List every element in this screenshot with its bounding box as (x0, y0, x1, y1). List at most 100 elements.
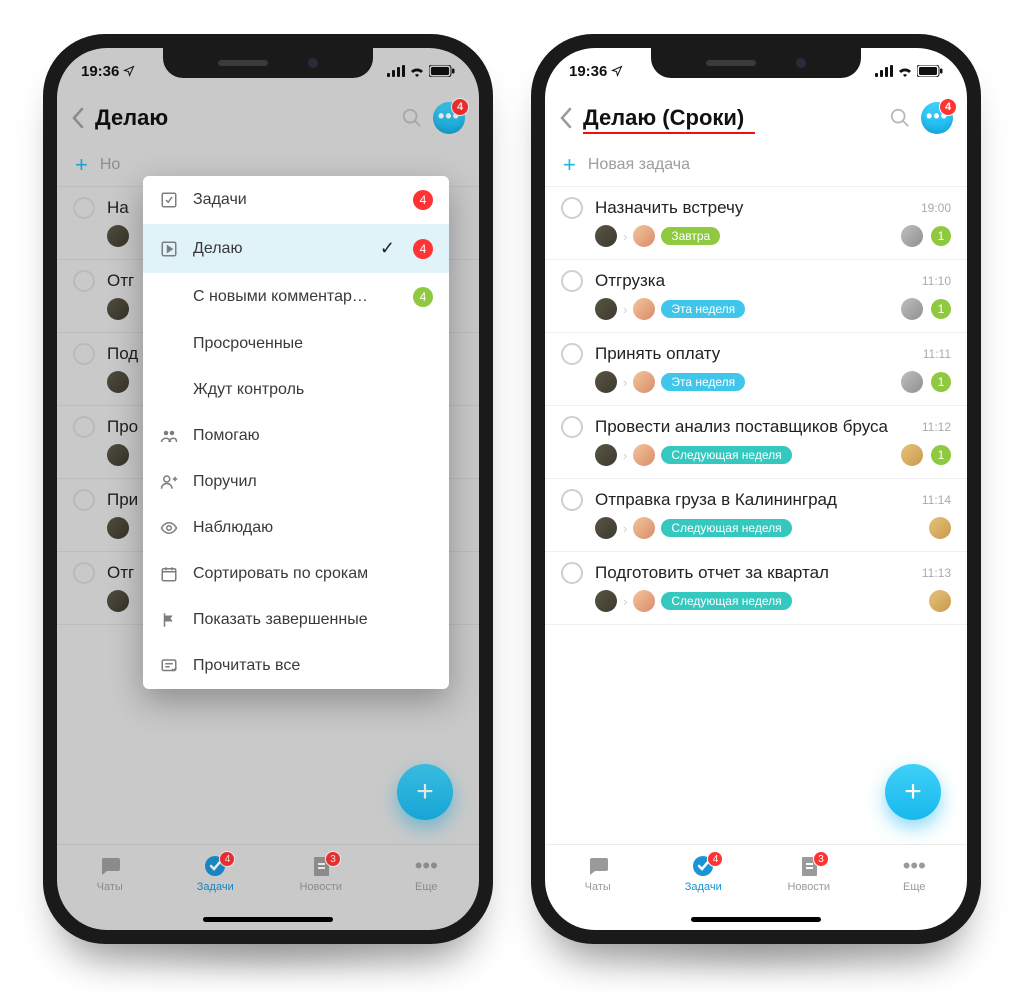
avatar (901, 225, 923, 247)
menu-item[interactable]: Сортировать по срокам (143, 551, 449, 597)
tasks-icon (159, 191, 179, 209)
tab-Задачи[interactable]: Задачи4 (651, 853, 757, 893)
menu-item-label: Просроченные (193, 335, 433, 353)
due-pill: Эта неделя (661, 300, 745, 318)
task-time: 19:00 (921, 201, 951, 215)
task-row[interactable]: Отгрузка11:10›Эта неделя1 (545, 260, 967, 333)
task-row[interactable]: Назначить встречу19:00›Завтра1 (545, 187, 967, 260)
menu-item[interactable]: Наблюдаю (143, 505, 449, 551)
task-title: Подготовить отчет за квартал (595, 563, 910, 583)
checkbox[interactable] (561, 270, 583, 292)
menu-item[interactable]: Показать завершенные (143, 597, 449, 643)
avatar (595, 590, 617, 612)
tab-label: Чаты (97, 881, 123, 893)
due-pill: Следующая неделя (661, 446, 791, 464)
wifi-icon (409, 65, 425, 77)
new-task-row[interactable]: + Новая задача (545, 144, 967, 187)
menu-item[interactable]: Помогаю (143, 413, 449, 459)
tab-label: Задачи (197, 881, 234, 893)
header-menu-button[interactable]: ••• 4 (921, 102, 953, 134)
plus-icon: + (563, 154, 576, 176)
due-pill: Завтра (661, 227, 720, 245)
task-title: Под (107, 344, 147, 364)
avatar (901, 444, 923, 466)
avatar (107, 444, 129, 466)
checkbox[interactable] (561, 416, 583, 438)
avatar (595, 298, 617, 320)
chevron-right-icon: › (623, 229, 627, 244)
chevron-right-icon: › (623, 302, 627, 317)
chevron-right-icon: › (623, 594, 627, 609)
menu-item[interactable]: Прочитать все (143, 643, 449, 689)
avatar (633, 298, 655, 320)
task-row[interactable]: Принять оплату11:11›Эта неделя1 (545, 333, 967, 406)
back-icon[interactable] (71, 107, 85, 129)
menu-item[interactable]: С новыми комментар…4 (143, 273, 449, 321)
tab-label: Новости (787, 881, 830, 893)
plus-icon: + (75, 154, 88, 176)
check-icon: ✓ (380, 238, 395, 259)
checkbox[interactable] (561, 562, 583, 584)
task-time: 11:12 (922, 420, 951, 434)
tab-Задачи[interactable]: Задачи4 (163, 853, 269, 893)
checkbox[interactable] (73, 489, 95, 511)
due-pill: Эта неделя (661, 373, 745, 391)
menu-item[interactable]: Делаю✓4 (143, 224, 449, 273)
checkbox[interactable] (561, 489, 583, 511)
avatar (107, 590, 129, 612)
tab-Еще[interactable]: •••Еще (862, 853, 968, 893)
task-list: Назначить встречу19:00›Завтра1Отгрузка11… (545, 187, 967, 844)
menu-item[interactable]: Просроченные (143, 321, 449, 367)
location-icon (611, 65, 623, 77)
chevron-right-icon: › (623, 448, 627, 463)
menu-item[interactable]: Задачи4 (143, 176, 449, 224)
fab-add[interactable]: + (885, 764, 941, 820)
tab-Еще[interactable]: •••Еще (374, 853, 480, 893)
avatar (595, 225, 617, 247)
menu-item[interactable]: Ждут контроль (143, 367, 449, 413)
header-menu-button[interactable]: ••• 4 (433, 102, 465, 134)
menu-badge: 4 (451, 98, 469, 116)
checkbox[interactable] (73, 562, 95, 584)
task-title: Принять оплату (595, 344, 911, 364)
avatar (633, 517, 655, 539)
checkbox[interactable] (73, 343, 95, 365)
chevron-right-icon: › (623, 375, 627, 390)
status-time: 19:36 (569, 63, 607, 80)
back-icon[interactable] (559, 107, 573, 129)
tab-Новости[interactable]: Новости3 (268, 853, 374, 893)
search-icon[interactable] (401, 107, 423, 129)
menu-item-label: Наблюдаю (193, 519, 433, 537)
count-badge: 1 (931, 372, 951, 392)
group-icon (159, 427, 179, 445)
menu-item[interactable]: Поручил (143, 459, 449, 505)
due-pill: Следующая неделя (661, 592, 791, 610)
tab-Чаты[interactable]: Чаты (545, 853, 651, 893)
task-row[interactable]: Отправка груза в Калининград11:14›Следую… (545, 479, 967, 552)
checkbox[interactable] (561, 197, 583, 219)
page-title: Делаю (95, 105, 391, 131)
count-badge: 1 (931, 299, 951, 319)
checkbox[interactable] (73, 416, 95, 438)
battery-icon (429, 65, 455, 77)
tab-Чаты[interactable]: Чаты (57, 853, 163, 893)
play-icon (159, 240, 179, 258)
tab-icon (585, 853, 611, 879)
tab-label: Еще (415, 881, 437, 893)
wifi-icon (897, 65, 913, 77)
fab-add[interactable]: + (397, 764, 453, 820)
checkbox[interactable] (561, 343, 583, 365)
flag-icon (159, 611, 179, 629)
search-icon[interactable] (889, 107, 911, 129)
signal-icon (875, 65, 893, 77)
assign-icon (159, 473, 179, 491)
checkbox[interactable] (73, 197, 95, 219)
task-title: Отправка груза в Калининград (595, 490, 910, 510)
checkbox[interactable] (73, 270, 95, 292)
tab-Новости[interactable]: Новости3 (756, 853, 862, 893)
readall-icon (159, 657, 179, 675)
task-row[interactable]: Провести анализ поставщиков бруса11:12›С… (545, 406, 967, 479)
tab-label: Чаты (585, 881, 611, 893)
new-task-label: Но (100, 156, 120, 174)
task-row[interactable]: Подготовить отчет за квартал11:13›Следую… (545, 552, 967, 625)
